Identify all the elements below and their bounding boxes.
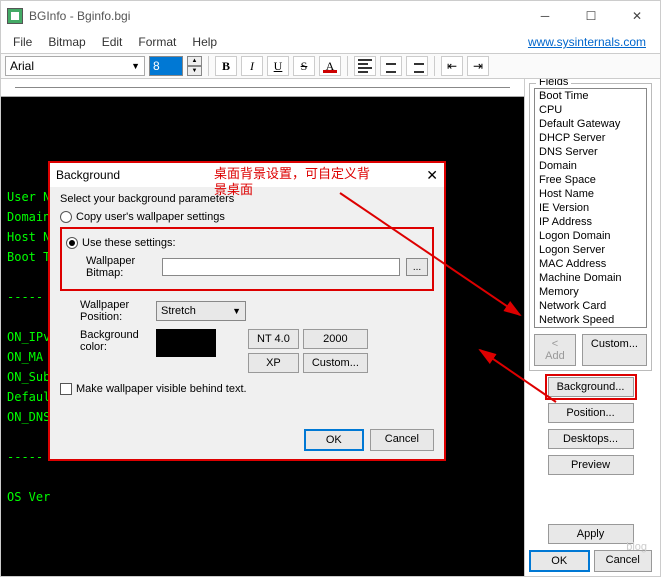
field-item[interactable]: Domain (535, 159, 646, 173)
align-left-button[interactable] (354, 56, 376, 76)
dialog-cancel-button[interactable]: Cancel (370, 429, 434, 451)
preset-custom-button[interactable]: Custom... (303, 353, 368, 373)
dialog-title: Background (56, 168, 120, 182)
fields-listbox[interactable]: Boot TimeCPUDefault GatewayDHCP ServerDN… (534, 88, 647, 328)
align-right-button[interactable] (406, 56, 428, 76)
color-swatch (156, 329, 216, 357)
background-color-label: Background color: (80, 329, 150, 353)
window-title: BGInfo - Bginfo.bgi (29, 9, 130, 23)
field-item[interactable]: Machine Domain (535, 271, 646, 285)
toolbar: Arial▼ 8 ▲▼ B I U S A ⇤ ⇥ (1, 53, 660, 79)
tab-left-button[interactable]: ⇤ (441, 56, 463, 76)
strike-button[interactable]: S (293, 56, 315, 76)
field-item[interactable]: Default Gateway (535, 117, 646, 131)
main-ok-button[interactable]: OK (529, 550, 590, 572)
italic-button[interactable]: I (241, 56, 263, 76)
radio-use-settings[interactable]: Use these settings: (66, 237, 428, 249)
field-item[interactable]: Memory (535, 285, 646, 299)
radio-icon (60, 211, 72, 223)
wallpaper-position-label: Wallpaper Position: (80, 299, 150, 323)
main-cancel-button[interactable]: Cancel (594, 550, 653, 572)
field-item[interactable]: Logon Server (535, 243, 646, 257)
add-field-button[interactable]: < Add (534, 334, 576, 366)
preview-button[interactable]: Preview (548, 455, 634, 475)
radio-icon (66, 237, 78, 249)
menubar: File Bitmap Edit Format Help www.sysinte… (1, 31, 660, 53)
watermark: blog (626, 541, 647, 553)
wallpaper-position-select[interactable]: Stretch▼ (156, 301, 246, 321)
wallpaper-bitmap-input[interactable] (162, 258, 400, 276)
field-item[interactable]: Free Space (535, 173, 646, 187)
font-size-spinner[interactable]: ▲▼ (187, 56, 202, 76)
field-item[interactable]: CPU (535, 103, 646, 117)
background-button[interactable]: Background... (548, 377, 634, 397)
app-icon (7, 8, 23, 24)
tab-right-button[interactable]: ⇥ (467, 56, 489, 76)
bold-button[interactable]: B (215, 56, 237, 76)
font-color-button[interactable]: A (319, 56, 341, 76)
sysinternals-link[interactable]: www.sysinternals.com (528, 35, 656, 49)
close-button[interactable]: ✕ (614, 1, 660, 31)
maximize-button[interactable]: ☐ (568, 1, 614, 31)
field-item[interactable]: Host Name (535, 187, 646, 201)
desktops-button[interactable]: Desktops... (548, 429, 634, 449)
fields-legend: Fields (536, 79, 571, 88)
position-button[interactable]: Position... (548, 403, 634, 423)
field-item[interactable]: DNS Server (535, 145, 646, 159)
browse-button[interactable]: ... (406, 258, 428, 276)
titlebar: BGInfo - Bginfo.bgi ─ ☐ ✕ (1, 1, 660, 31)
field-item[interactable]: Network Card (535, 299, 646, 313)
preset-xp-button[interactable]: XP (248, 353, 299, 373)
field-item[interactable]: MAC Address (535, 257, 646, 271)
annotation-text: 桌面背景设置，可自定义背景桌面 (214, 166, 374, 198)
dialog-close-button[interactable]: ✕ (426, 167, 438, 184)
ruler[interactable] (1, 79, 524, 97)
fields-group: Fields Boot TimeCPUDefault GatewayDHCP S… (529, 83, 652, 371)
field-item[interactable]: Network Type (535, 327, 646, 328)
radio-copy-wallpaper[interactable]: Copy user's wallpaper settings (60, 211, 434, 223)
align-center-button[interactable] (380, 56, 402, 76)
chevron-down-icon: ▼ (131, 61, 140, 71)
visible-behind-checkbox[interactable]: Make wallpaper visible behind text. (60, 383, 434, 395)
custom-field-button[interactable]: Custom... (582, 334, 647, 366)
menu-edit[interactable]: Edit (94, 33, 131, 51)
menu-bitmap[interactable]: Bitmap (40, 33, 93, 51)
checkbox-icon (60, 383, 72, 395)
font-select[interactable]: Arial▼ (5, 56, 145, 76)
background-dialog: Background ✕ Select your background para… (48, 161, 446, 461)
wallpaper-bitmap-label: Wallpaper Bitmap: (86, 255, 156, 279)
field-item[interactable]: Network Speed (535, 313, 646, 327)
field-item[interactable]: IP Address (535, 215, 646, 229)
minimize-button[interactable]: ─ (522, 1, 568, 31)
side-panel: Fields Boot TimeCPUDefault GatewayDHCP S… (525, 79, 660, 576)
field-item[interactable]: Boot Time (535, 89, 646, 103)
settings-group-highlight: Use these settings: Wallpaper Bitmap: ..… (60, 227, 434, 291)
apply-button[interactable]: Apply (548, 524, 634, 544)
font-size-input[interactable]: 8 (149, 56, 183, 76)
dialog-ok-button[interactable]: OK (304, 429, 364, 451)
chevron-down-icon: ▼ (232, 306, 241, 316)
underline-button[interactable]: U (267, 56, 289, 76)
field-item[interactable]: Logon Domain (535, 229, 646, 243)
field-item[interactable]: DHCP Server (535, 131, 646, 145)
field-item[interactable]: IE Version (535, 201, 646, 215)
preset-nt40-button[interactable]: NT 4.0 (248, 329, 299, 349)
menu-format[interactable]: Format (130, 33, 184, 51)
menu-help[interactable]: Help (184, 33, 225, 51)
menu-file[interactable]: File (5, 33, 40, 51)
preset-2000-button[interactable]: 2000 (303, 329, 368, 349)
